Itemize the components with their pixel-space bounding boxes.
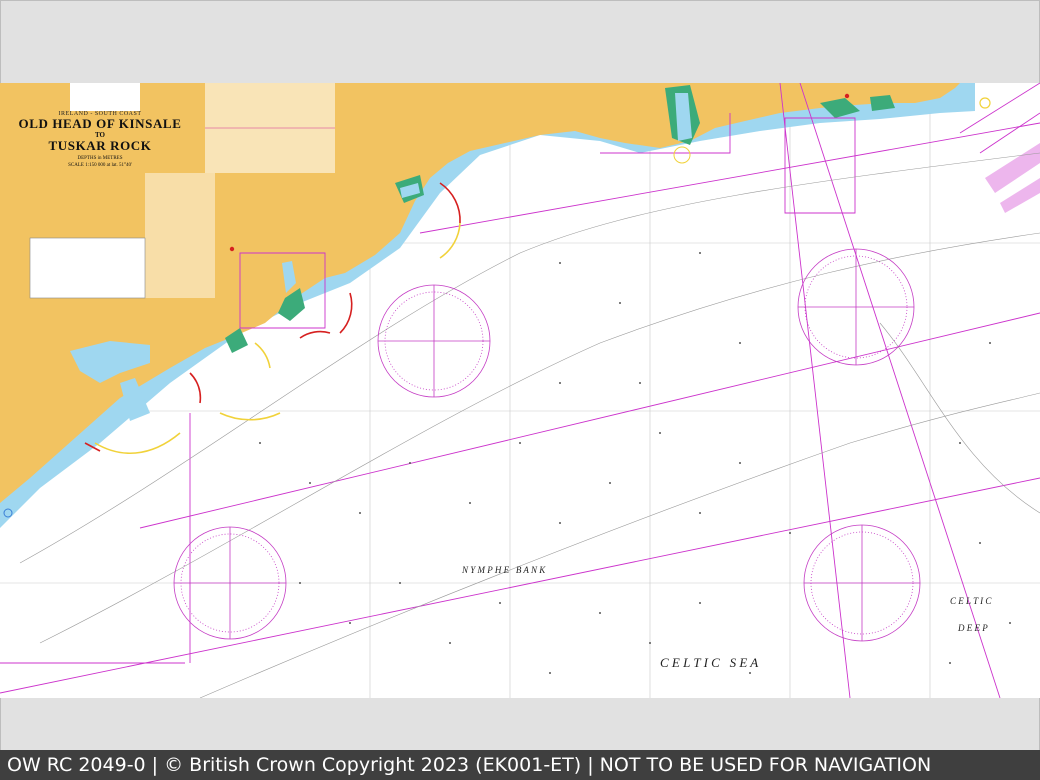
chart-title-block: IRELAND - SOUTH COAST OLD HEAD OF KINSAL…	[0, 83, 200, 243]
sea-label-celtic-sea: C E L T I C S E A	[660, 655, 759, 670]
chart-depths-label: DEPTHS in METRES	[77, 156, 123, 161]
sea-label-celtic: C E L T I C	[950, 596, 992, 606]
chart-scale-label: SCALE 1:150 000 at lat. 51°40'	[68, 163, 132, 168]
chart-title-line1: OLD HEAD OF KINSALE	[18, 116, 182, 131]
chart-title-line2: TUSKAR ROCK	[48, 138, 152, 153]
sea-label-nymphe-bank: N Y M P H E B A N K	[462, 565, 546, 575]
copyright-caption-bar: OW RC 2049-0 | © British Crown Copyright…	[0, 750, 1040, 780]
nautical-chart-view[interactable]: IRELAND - SOUTH COAST OLD HEAD OF KINSAL…	[0, 83, 1040, 698]
title-cartouche	[70, 83, 140, 111]
sea-label-deep: D E E P	[958, 623, 988, 633]
